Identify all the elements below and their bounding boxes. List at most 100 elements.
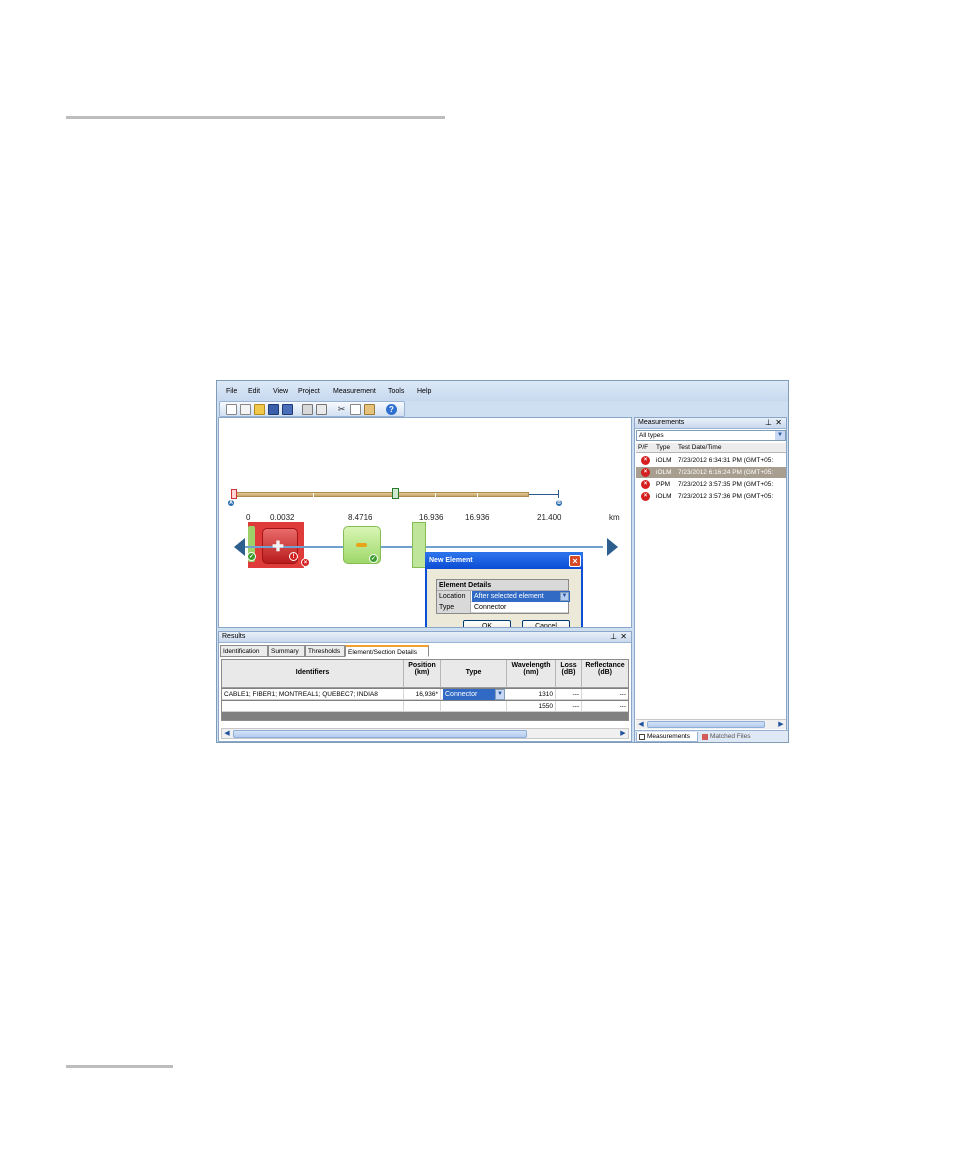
chevron-down-icon[interactable]: ▼ xyxy=(560,592,569,601)
cell-loss: --- xyxy=(556,701,582,712)
tab-thresholds[interactable]: Thresholds xyxy=(305,645,345,657)
type-value[interactable]: Connector xyxy=(472,602,506,613)
measurements-title: Measurements xyxy=(638,419,685,426)
fiber-tail-line xyxy=(529,494,559,495)
page-top-rule xyxy=(66,116,445,119)
pin-icon[interactable]: ⊥ xyxy=(765,418,772,427)
paste-icon[interactable] xyxy=(364,404,375,415)
measurements-horizontal-scrollbar[interactable]: ◀ ▶ xyxy=(636,719,786,729)
start-element-marker[interactable] xyxy=(231,489,237,499)
scrollbar-thumb[interactable] xyxy=(647,721,765,728)
measurements-bottom-tabs: Measurements Matched Files xyxy=(635,730,788,742)
type-select[interactable]: Connector ▼ xyxy=(443,689,505,700)
table-row[interactable]: CABLE1; FIBER1; MONTREAL1; QUEBEC7; INDI… xyxy=(222,689,628,700)
page-bottom-rule xyxy=(66,1065,173,1068)
col-pf[interactable]: P/F xyxy=(638,444,648,451)
measurement-row[interactable]: × iOLM 7/23/2012 6:34:31 PM (GMT+05: xyxy=(636,455,786,466)
fail-badge-icon: × xyxy=(301,558,310,567)
measurement-type: iOLM xyxy=(656,457,672,464)
type-select-value: Connector xyxy=(445,691,478,698)
new-icon[interactable] xyxy=(226,404,237,415)
type-filter-select[interactable]: All types ▼ xyxy=(636,430,786,441)
measurement-date: 7/23/2012 6:16:24 PM (GMT+05: xyxy=(678,469,774,476)
print-icon[interactable] xyxy=(302,404,313,415)
results-horizontal-scrollbar[interactable]: ◀ ▶ xyxy=(221,728,629,739)
cut-icon[interactable]: ✂ xyxy=(336,404,347,415)
col-position-unit: (km) xyxy=(414,669,430,676)
chevron-down-icon[interactable]: ▼ xyxy=(775,431,785,440)
connector-plus-icon: ✚ xyxy=(272,538,284,554)
measurement-row[interactable]: × PPM 7/23/2012 3:57:35 PM (GMT+05: xyxy=(636,479,786,490)
table-row[interactable]: 1550 --- --- xyxy=(222,701,628,712)
tab-measurements-label: Measurements xyxy=(647,733,690,740)
new-from-template-icon[interactable] xyxy=(240,404,251,415)
scroll-right-icon[interactable]: ▶ xyxy=(618,729,628,738)
fiber-span-bar xyxy=(233,492,529,497)
distance-label: 16.936 xyxy=(419,513,444,522)
col-type[interactable]: Type xyxy=(656,444,670,451)
tab-element-section-details[interactable]: Element/Section Details xyxy=(345,645,429,657)
menu-view[interactable]: View xyxy=(273,388,288,395)
menu-tools[interactable]: Tools xyxy=(388,388,404,395)
ok-button[interactable]: OK xyxy=(463,620,511,627)
scrollbar-thumb[interactable] xyxy=(233,730,527,738)
measurements-header: Measurements ⊥ ✕ xyxy=(635,418,786,429)
col-reflectance-label: Reflectance xyxy=(585,662,625,669)
pass-badge-icon: ✓ xyxy=(247,552,256,561)
tab-measurements[interactable]: Measurements xyxy=(636,732,698,742)
cell-identifiers: CABLE1; FIBER1; MONTREAL1; QUEBEC7; INDI… xyxy=(222,689,404,700)
menu-file[interactable]: File xyxy=(226,388,237,395)
splice-icon xyxy=(356,543,367,547)
scroll-right-arrow-icon[interactable] xyxy=(607,538,618,556)
cell-loss: --- xyxy=(556,689,582,700)
tab-identification[interactable]: Identification xyxy=(220,645,268,657)
measurement-date: 7/23/2012 3:57:36 PM (GMT+05: xyxy=(678,493,774,500)
type-filter-value: All types xyxy=(639,432,664,439)
location-select[interactable]: After selected element ▼ xyxy=(472,591,570,602)
close-icon[interactable]: ✕ xyxy=(775,418,782,427)
measurements-tab-icon xyxy=(639,734,645,740)
cell-reflectance: --- xyxy=(619,691,627,698)
menu-help[interactable]: Help xyxy=(417,388,431,395)
help-icon[interactable]: ? xyxy=(386,404,397,415)
scroll-left-icon[interactable]: ◀ xyxy=(222,729,232,738)
fail-icon: × xyxy=(641,480,650,489)
marker-b-icon: B xyxy=(555,499,563,507)
print-preview-icon[interactable] xyxy=(316,404,327,415)
col-test-date[interactable]: Test Date/Time xyxy=(678,444,721,451)
new-element-dialog: New Element × Element Details Location A… xyxy=(425,552,583,627)
scroll-right-icon[interactable]: ▶ xyxy=(776,720,786,729)
cell-wavelength: 1310 xyxy=(507,689,556,700)
tab-matched-files[interactable]: Matched Files xyxy=(700,732,762,742)
menu-project[interactable]: Project xyxy=(298,388,320,395)
chevron-down-icon[interactable]: ▼ xyxy=(495,689,505,700)
menu-measurement[interactable]: Measurement xyxy=(333,388,376,395)
element-details-grid: Identifiers Position (km) Type Wavelength… xyxy=(221,659,629,721)
distance-label: 0.0032 xyxy=(270,513,295,522)
tab-summary[interactable]: Summary xyxy=(268,645,305,657)
application-window: File Edit View Project Measurement Tools… xyxy=(216,380,789,743)
copy-icon[interactable] xyxy=(350,404,361,415)
save-all-icon[interactable] xyxy=(282,404,293,415)
selected-element-marker[interactable] xyxy=(392,488,399,499)
measurement-row[interactable]: × iOLM 7/23/2012 3:57:36 PM (GMT+05: xyxy=(636,491,786,502)
fail-icon: × xyxy=(641,468,650,477)
cancel-button[interactable]: Cancel xyxy=(522,620,570,627)
close-icon[interactable]: × xyxy=(569,555,581,567)
save-icon[interactable] xyxy=(268,404,279,415)
pin-icon[interactable]: ⊥ xyxy=(610,632,617,641)
matched-files-tab-icon xyxy=(702,734,708,740)
scroll-left-arrow-icon[interactable] xyxy=(234,538,245,556)
menu-edit[interactable]: Edit xyxy=(248,388,260,395)
element-details-heading: Element Details xyxy=(437,580,568,591)
link-view-panel: A B 0 0.0032 8.4716 16.936 16.936 21.400… xyxy=(218,417,632,628)
scroll-left-icon[interactable]: ◀ xyxy=(636,720,646,729)
open-icon[interactable] xyxy=(254,404,265,415)
passed-element-partial[interactable] xyxy=(412,522,426,568)
distance-label: 8.4716 xyxy=(348,513,373,522)
close-icon[interactable]: ✕ xyxy=(620,632,627,641)
measurement-type: PPM xyxy=(656,481,671,488)
cell-wavelength: 1550 xyxy=(507,701,556,712)
location-row: Location After selected element ▼ xyxy=(437,591,570,602)
measurement-row-selected[interactable]: × iOLM 7/23/2012 6:16:24 PM (GMT+05: xyxy=(636,467,786,478)
